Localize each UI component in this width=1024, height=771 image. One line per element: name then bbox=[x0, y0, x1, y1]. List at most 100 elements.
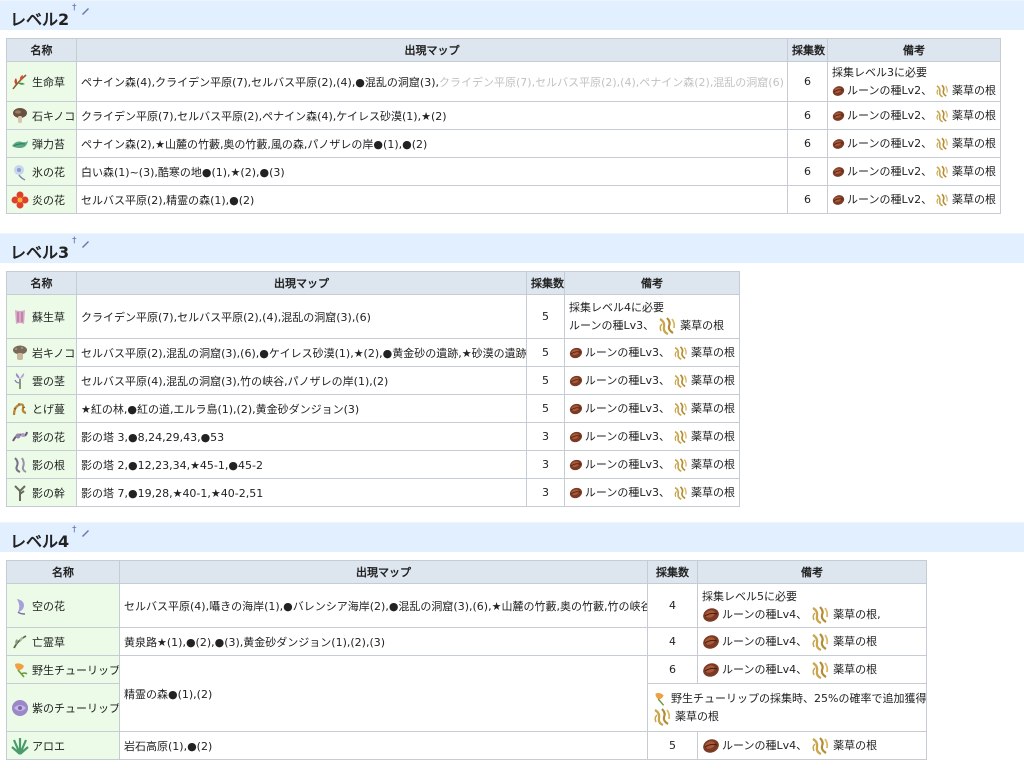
item-name[interactable]: アロエ bbox=[32, 738, 65, 754]
table-header-row: 名称 出現マップ 採集数 備考 bbox=[6, 271, 740, 295]
count-cell: 5 bbox=[526, 366, 565, 395]
count-cell: 6 bbox=[787, 101, 828, 130]
map-cell: ペナイン森(4),クライデン平原(7),セルバス平原(2),(4),●混乱の洞窟… bbox=[76, 61, 788, 102]
section-header-level3: レベル3 † bbox=[0, 233, 1024, 263]
herb-root-icon bbox=[934, 134, 950, 154]
table-row: 空の花 セルバス平原(4),囁きの海岸(1),●バレンシア海岸(2),●混乱の洞… bbox=[6, 583, 927, 628]
note-cell: ルーンの種Lv2、 薬草の根 bbox=[827, 129, 1001, 158]
note-cell: ルーンの種Lv2、 薬草の根 bbox=[827, 101, 1001, 130]
item-name[interactable]: 岩キノコ bbox=[32, 345, 75, 361]
level2-table: 名称 出現マップ 採集数 備考 生命草 ペナイン森(4),クライデン平原(7),… bbox=[6, 38, 1001, 214]
item-name[interactable]: 雲の茎 bbox=[32, 373, 65, 389]
item-name[interactable]: 紫のチューリップ bbox=[32, 700, 119, 716]
rune-seed-icon bbox=[569, 373, 583, 389]
count-cell: 4 bbox=[647, 583, 698, 628]
map-cell: セルバス平原(4),混乱の洞窟(3),竹の峡谷,パノザレの岸(1),(2) bbox=[76, 366, 527, 395]
herb-root-icon bbox=[656, 316, 678, 336]
note-cell: ルーンの種Lv3、 薬草の根 bbox=[564, 478, 740, 507]
item-name[interactable]: 野生チューリップ bbox=[32, 662, 119, 678]
pencil-icon[interactable] bbox=[80, 239, 90, 249]
herb-root-icon bbox=[934, 162, 950, 182]
col-header-name: 名称 bbox=[6, 38, 77, 62]
note-cell: ルーンの種Lv3、 薬草の根 bbox=[564, 422, 740, 451]
rune-seed-icon bbox=[569, 457, 583, 473]
wild-tulip-icon bbox=[655, 692, 665, 706]
rune-seed-icon bbox=[702, 634, 720, 650]
map-cell: 影の塔 3,●8,24,29,43,●53 bbox=[76, 422, 527, 451]
table-row: とげ蔓 ★紅の林,●紅の道,エルラ島(1),(2),黄金砂ダンジョン(3) 5 … bbox=[6, 394, 740, 423]
col-header-name: 名称 bbox=[6, 560, 120, 584]
count-cell: 6 bbox=[787, 61, 828, 102]
table-row: 亡霊草 黄泉路★(1),●(2),●(3),黄金砂ダンジョン(1),(2),(3… bbox=[6, 627, 927, 656]
aloe-icon bbox=[11, 737, 29, 755]
col-header-count: 採集数 bbox=[787, 38, 828, 62]
ice-flower-icon bbox=[14, 164, 26, 181]
table-row: 蘇生草 クライデン平原(7),セルバス平原(2),(4),混乱の洞窟(3),(6… bbox=[6, 294, 740, 339]
col-header-note: 備考 bbox=[564, 271, 740, 295]
herb-root-icon bbox=[651, 707, 673, 727]
map-cell: セルバス平原(4),囁きの海岸(1),●バレンシア海岸(2),●混乱の洞窟(3)… bbox=[119, 583, 648, 628]
rune-seed-icon bbox=[702, 738, 720, 754]
count-cell: 5 bbox=[526, 294, 565, 339]
item-name[interactable]: 氷の花 bbox=[32, 164, 65, 180]
pencil-icon[interactable] bbox=[80, 6, 90, 16]
count-cell: 6 bbox=[787, 157, 828, 186]
item-name[interactable]: 石キノコ bbox=[32, 108, 75, 124]
map-text-gray: クライデン平原(7),セルバス平原(2),(4),ペナイン森(2),混乱の洞窟(… bbox=[439, 75, 784, 89]
note-cell: ルーンの種Lv4、 薬草の根 bbox=[697, 655, 927, 684]
item-name[interactable]: 亡霊草 bbox=[32, 634, 65, 650]
level3-table: 名称 出現マップ 採集数 備考 蘇生草 クライデン平原(7),セルバス平原(2)… bbox=[6, 271, 740, 507]
map-cell: セルバス平原(2),混乱の洞窟(3),(6),●ケイレス砂漠(1),★(2),●… bbox=[76, 338, 527, 367]
section-header-level2: レベル2 † bbox=[0, 0, 1024, 30]
item-name[interactable]: 生命草 bbox=[32, 74, 65, 90]
col-header-count: 採集数 bbox=[526, 271, 565, 295]
herb-root-icon bbox=[672, 455, 689, 475]
table-row: 岩キノコ セルバス平原(2),混乱の洞窟(3),(6),●ケイレス砂漠(1),★… bbox=[6, 338, 740, 367]
count-cell: 6 bbox=[787, 129, 828, 158]
anchor-link[interactable]: † bbox=[72, 3, 77, 13]
rune-seed-icon bbox=[569, 429, 583, 445]
anchor-link[interactable]: † bbox=[72, 236, 77, 246]
rune-seed-icon bbox=[832, 108, 845, 124]
pencil-icon[interactable] bbox=[80, 528, 90, 538]
map-cell: セルバス平原(2),精霊の森(1),●(2) bbox=[76, 185, 788, 214]
map-cell: 白い森(1)~(3),酷寒の地●(1),★(2),●(3) bbox=[76, 157, 788, 186]
item-name[interactable]: 影の幹 bbox=[32, 485, 65, 501]
count-cell: 5 bbox=[526, 338, 565, 367]
note-cell: ルーンの種Lv3、 薬草の根 bbox=[564, 394, 740, 423]
revival-herb-icon bbox=[15, 309, 25, 324]
rune-seed-icon bbox=[832, 192, 845, 208]
item-name[interactable]: 影の根 bbox=[32, 457, 65, 473]
thorn-vine-icon bbox=[12, 402, 27, 415]
count-cell: 3 bbox=[526, 478, 565, 507]
anchor-link[interactable]: † bbox=[72, 525, 77, 535]
col-header-map: 出現マップ bbox=[119, 560, 648, 584]
herb-root-icon bbox=[934, 81, 950, 101]
rune-seed-icon bbox=[832, 83, 845, 99]
item-name[interactable]: 蘇生草 bbox=[32, 309, 65, 325]
count-cell: 5 bbox=[647, 731, 698, 760]
shadow-flower-icon bbox=[12, 431, 28, 441]
map-cell: 黄泉路★(1),●(2),●(3),黄金砂ダンジョン(1),(2),(3) bbox=[119, 627, 648, 656]
item-name[interactable]: とげ蔓 bbox=[32, 401, 65, 417]
item-name[interactable]: 空の花 bbox=[32, 598, 65, 614]
col-header-count: 採集数 bbox=[647, 560, 698, 584]
item-name[interactable]: 炎の花 bbox=[32, 192, 65, 208]
item-name[interactable]: 影の花 bbox=[32, 429, 65, 445]
note-cell: ルーンの種Lv4、 薬草の根 bbox=[697, 731, 927, 760]
rune-seed-icon bbox=[702, 662, 720, 678]
herb-root-icon bbox=[672, 371, 689, 391]
count-cell: 6 bbox=[647, 655, 698, 684]
shadow-root-icon bbox=[14, 456, 27, 473]
herb-root-icon bbox=[934, 190, 950, 210]
item-name[interactable]: 弾力苔 bbox=[32, 136, 65, 152]
rune-seed-icon bbox=[569, 345, 583, 361]
col-header-note: 備考 bbox=[827, 38, 1001, 62]
table-row: 影の花 影の塔 3,●8,24,29,43,●53 3 ルーンの種Lv3、 薬草の… bbox=[6, 422, 740, 451]
rune-seed-icon bbox=[832, 136, 845, 152]
table-row: 野生チューリップ 精霊の森●(1),(2) 6 ルーンの種Lv4、 薬草の根 bbox=[6, 655, 927, 732]
col-header-map: 出現マップ bbox=[76, 38, 788, 62]
count-cell: 5 bbox=[526, 394, 565, 423]
map-cell: ★紅の林,●紅の道,エルラ島(1),(2),黄金砂ダンジョン(3) bbox=[76, 394, 527, 423]
herb-root-icon bbox=[672, 483, 689, 503]
